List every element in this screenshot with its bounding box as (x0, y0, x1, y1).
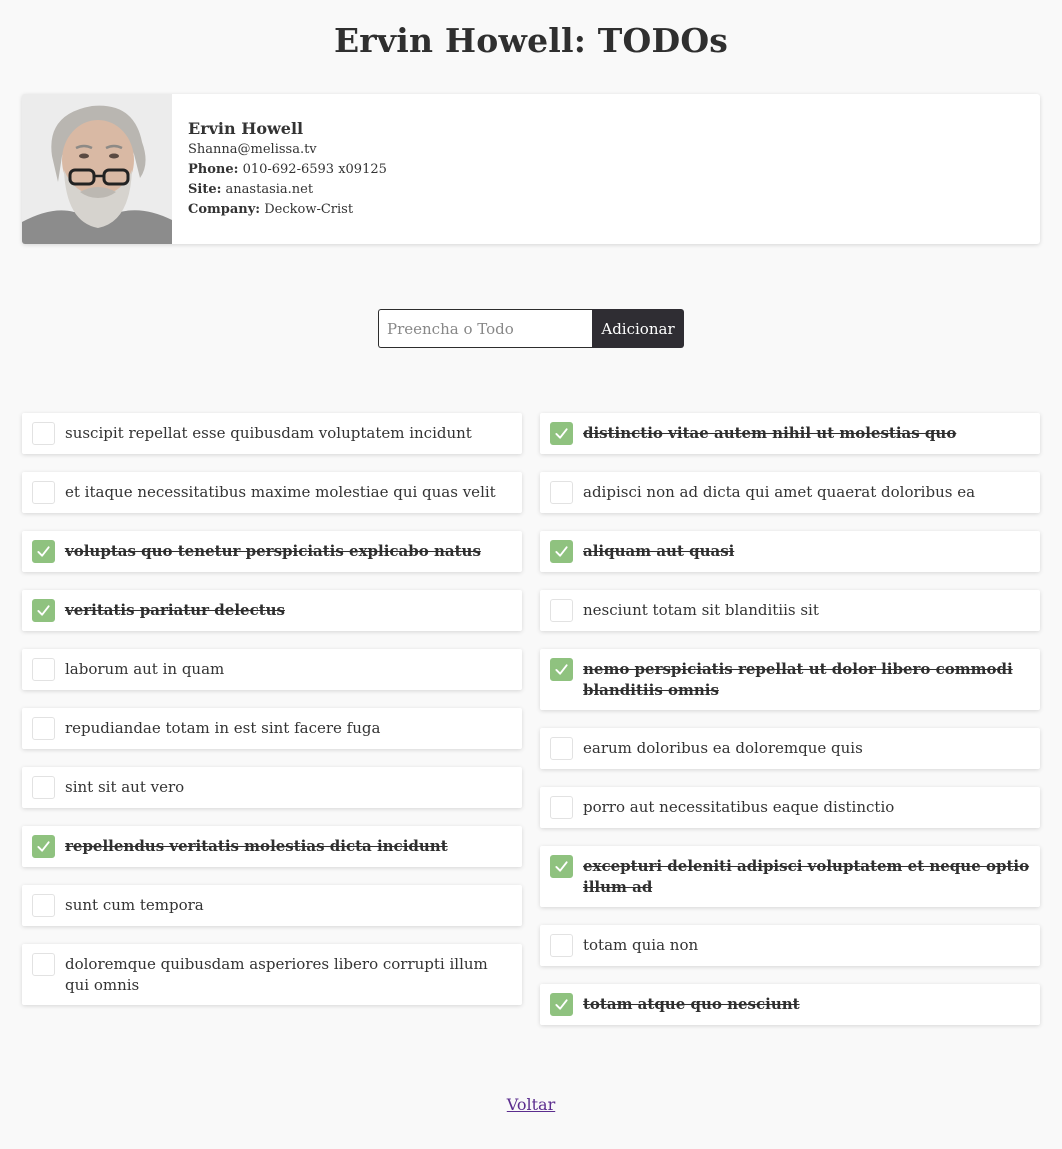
todo-text: sunt cum tempora (65, 896, 204, 914)
todo-item[interactable]: voluptas quo tenetur perspiciatis explic… (22, 531, 522, 572)
todo-text: distinctio vitae autem nihil ut molestia… (583, 424, 957, 442)
checkbox[interactable] (32, 481, 55, 504)
todo-item[interactable]: laborum aut in quam (22, 649, 522, 690)
checkbox-checked[interactable] (550, 993, 573, 1016)
todo-list-left: suscipit repellat esse quibusdam volupta… (22, 413, 522, 1023)
profile-site: Site: anastasia.net (188, 180, 387, 200)
todo-item[interactable]: doloremque quibusdam asperiores libero c… (22, 944, 522, 1005)
checkbox[interactable] (32, 776, 55, 799)
todo-item[interactable]: porro aut necessitatibus eaque distincti… (540, 787, 1040, 828)
todo-item[interactable]: suscipit repellat esse quibusdam volupta… (22, 413, 522, 454)
todo-item[interactable]: veritatis pariatur delectus (22, 590, 522, 631)
check-icon (555, 861, 568, 872)
todo-item[interactable]: totam atque quo nesciunt (540, 984, 1040, 1025)
check-icon (555, 428, 568, 439)
checkbox[interactable] (32, 953, 55, 976)
checkbox-checked[interactable] (550, 658, 573, 681)
phone-value: 010-692-6593 x09125 (242, 162, 387, 177)
checkbox-checked[interactable] (32, 835, 55, 858)
todo-text: excepturi deleniti adipisci voluptatem e… (583, 857, 1030, 896)
check-icon (555, 546, 568, 557)
todo-text: sint sit aut vero (65, 778, 185, 796)
todo-text: voluptas quo tenetur perspiciatis explic… (65, 542, 481, 560)
todo-item[interactable]: adipisci non ad dicta qui amet quaerat d… (540, 472, 1040, 513)
profile-card: Ervin Howell Shanna@melissa.tv Phone: 01… (22, 94, 1040, 244)
todo-text: earum doloribus ea doloremque quis (583, 739, 863, 757)
todo-item[interactable]: distinctio vitae autem nihil ut molestia… (540, 413, 1040, 454)
todo-text: nemo perspiciatis repellat ut dolor libe… (583, 660, 1013, 699)
todo-item[interactable]: sunt cum tempora (22, 885, 522, 926)
todo-item[interactable]: aliquam aut quasi (540, 531, 1040, 572)
checkbox[interactable] (550, 481, 573, 504)
todo-text: laborum aut in quam (65, 660, 225, 678)
todo-text: nesciunt totam sit blanditiis sit (583, 601, 819, 619)
site-value: anastasia.net (225, 182, 314, 197)
todo-item[interactable]: nesciunt totam sit blanditiis sit (540, 590, 1040, 631)
checkbox[interactable] (32, 894, 55, 917)
back-link-container: Voltar (0, 1094, 1062, 1116)
back-link[interactable]: Voltar (507, 1095, 555, 1114)
checkbox[interactable] (550, 934, 573, 957)
checkbox[interactable] (550, 796, 573, 819)
todo-text: adipisci non ad dicta qui amet quaerat d… (583, 483, 976, 501)
todo-text: totam quia non (583, 936, 699, 954)
todo-text: repellendus veritatis molestias dicta in… (65, 837, 448, 855)
checkbox[interactable] (32, 422, 55, 445)
check-icon (37, 605, 50, 616)
todo-list-right: distinctio vitae autem nihil ut molestia… (540, 413, 1040, 1043)
add-todo-form: Adicionar (378, 309, 684, 348)
check-icon (37, 546, 50, 557)
todo-text: aliquam aut quasi (583, 542, 735, 560)
checkbox[interactable] (550, 599, 573, 622)
checkbox-checked[interactable] (32, 599, 55, 622)
todo-item[interactable]: repellendus veritatis molestias dicta in… (22, 826, 522, 867)
todo-text: repudiandae totam in est sint facere fug… (65, 719, 381, 737)
checkbox-checked[interactable] (32, 540, 55, 563)
todo-input[interactable] (378, 309, 592, 348)
todo-item[interactable]: totam quia non (540, 925, 1040, 966)
check-icon (37, 841, 50, 852)
checkbox[interactable] (32, 658, 55, 681)
phone-label: Phone: (188, 162, 239, 177)
checkbox-checked[interactable] (550, 855, 573, 878)
todo-item[interactable]: et itaque necessitatibus maxime molestia… (22, 472, 522, 513)
profile-phone: Phone: 010-692-6593 x09125 (188, 160, 387, 180)
todo-text: doloremque quibusdam asperiores libero c… (65, 955, 488, 994)
site-label: Site: (188, 182, 222, 197)
page-title: Ervin Howell: TODOs (333, 21, 729, 60)
checkbox[interactable] (550, 737, 573, 760)
checkbox-checked[interactable] (550, 422, 573, 445)
profile-company: Company: Deckow-Crist (188, 200, 387, 220)
profile-email: Shanna@melissa.tv (188, 142, 317, 157)
profile-name: Ervin Howell (188, 119, 304, 138)
todo-text: totam atque quo nesciunt (583, 995, 800, 1013)
check-icon (555, 664, 568, 675)
todo-item[interactable]: earum doloribus ea doloremque quis (540, 728, 1040, 769)
company-value: Deckow-Crist (264, 202, 354, 217)
add-button[interactable]: Adicionar (592, 309, 684, 348)
profile-info: Ervin Howell Shanna@melissa.tv Phone: 01… (172, 94, 387, 244)
checkbox[interactable] (32, 717, 55, 740)
avatar (22, 94, 172, 244)
todo-item[interactable]: sint sit aut vero (22, 767, 522, 808)
todo-text: suscipit repellat esse quibusdam volupta… (65, 424, 472, 442)
todo-item[interactable]: excepturi deleniti adipisci voluptatem e… (540, 846, 1040, 907)
todo-text: porro aut necessitatibus eaque distincti… (583, 798, 895, 816)
todo-item[interactable]: repudiandae totam in est sint facere fug… (22, 708, 522, 749)
todo-item[interactable]: nemo perspiciatis repellat ut dolor libe… (540, 649, 1040, 710)
checkbox-checked[interactable] (550, 540, 573, 563)
todo-text: veritatis pariatur delectus (65, 601, 285, 619)
check-icon (555, 999, 568, 1010)
todo-text: et itaque necessitatibus maxime molestia… (65, 483, 496, 501)
company-label: Company: (188, 202, 261, 217)
